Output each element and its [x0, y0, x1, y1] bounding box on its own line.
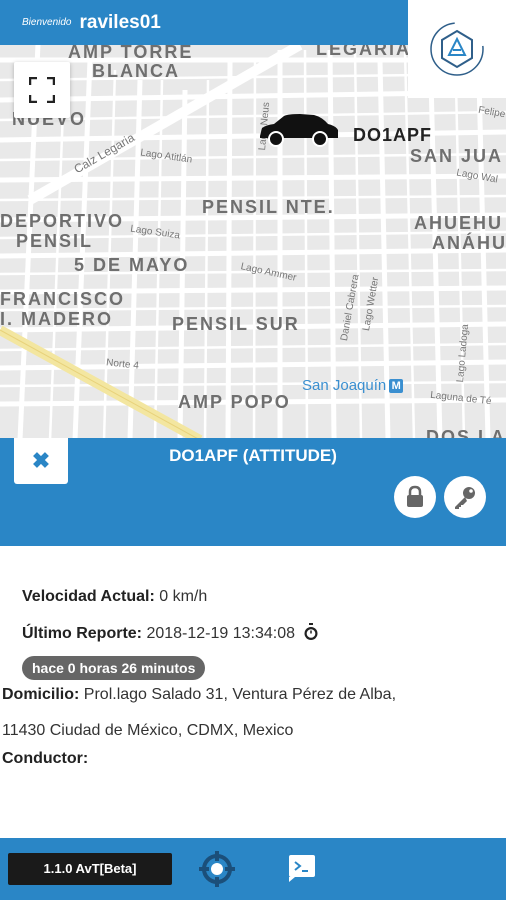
- metro-station-label: San Joaquín M: [302, 377, 404, 394]
- lock-icon: [407, 485, 423, 507]
- welcome-text: Bienvenido: [22, 17, 72, 28]
- key-button[interactable]: [444, 476, 486, 518]
- map-label-pensil-sur: PENSIL SUR: [172, 314, 300, 334]
- address-label: Domicilio:: [2, 686, 80, 703]
- crosshair-target-icon: [199, 851, 235, 887]
- vehicle-marker-label[interactable]: DO1APF: [353, 125, 432, 146]
- welcome-bar: Bienvenido raviles01: [0, 0, 408, 45]
- map-label-madero: I. MADERO: [0, 309, 114, 329]
- username: raviles01: [79, 11, 161, 33]
- lock-button[interactable]: [394, 476, 436, 518]
- app-logo-button[interactable]: [408, 0, 506, 98]
- vehicle-title: DO1APF (ATTITUDE): [169, 446, 337, 465]
- fullscreen-button[interactable]: [14, 62, 70, 118]
- terminal-button[interactable]: [284, 850, 320, 886]
- car-icon: [260, 114, 338, 147]
- address-line-2: 11430 Ciudad de México, CDMX, Mexico: [2, 722, 294, 739]
- fullscreen-icon: [29, 77, 55, 103]
- metro-icon: M: [389, 379, 404, 394]
- map-label-pensil: PENSIL: [16, 231, 94, 251]
- address-row: Domicilio: Prol.lago Salado 31, Ventura …: [2, 686, 396, 704]
- map-label-deportivo: DEPORTIVO: [0, 211, 125, 231]
- map-label-francisco: FRANCISCO: [0, 289, 125, 309]
- metro-station-name: San Joaquín: [302, 377, 387, 394]
- driver-label: Conductor:: [2, 750, 89, 767]
- report-value: 2018-12-19 13:34:08: [146, 625, 296, 642]
- map-label-san-juan: SAN JUA: [410, 146, 504, 166]
- app-logo-icon: [430, 22, 484, 76]
- terminal-icon: [289, 855, 315, 882]
- vehicle-panel-header: ✖ DO1APF (ATTITUDE): [0, 438, 506, 546]
- app-root: AMP TORRE BLANCA LEGARIA NUEVO SAN JUA P…: [0, 0, 506, 900]
- map-label-blanca: BLANCA: [92, 61, 180, 81]
- map-label-pensil-nte: PENSIL NTE.: [202, 197, 335, 217]
- map-label-5-de-mayo: 5 DE MAYO: [74, 255, 190, 275]
- report-label: Último Reporte:: [22, 625, 142, 642]
- bottom-bar: 1.1.0 AvT[Beta]: [0, 838, 506, 900]
- elapsed-time-badge: hace 0 horas 26 minutos: [22, 656, 206, 680]
- stopwatch-icon: [304, 623, 318, 640]
- map-label-anahuac: ANÁHU: [432, 233, 506, 253]
- address-line-1: Prol.lago Salado 31, Ventura Pérez de Al…: [83, 686, 397, 703]
- map-label-amp-popo: AMP POPO: [178, 392, 291, 412]
- report-row: Último Reporte: 2018-12-19 13:34:08: [22, 623, 319, 643]
- driver-row: Conductor:: [2, 750, 88, 768]
- key-icon: [455, 487, 475, 509]
- version-badge: 1.1.0 AvT[Beta]: [8, 853, 172, 885]
- speed-value: 0 km/h: [159, 588, 208, 605]
- speed-row: Velocidad Actual: 0 km/h: [22, 588, 207, 606]
- map-label-amp-torre: AMP TORRE: [68, 42, 194, 62]
- map-label-ahuehuetes: AHUEHU: [414, 213, 504, 233]
- speed-label: Velocidad Actual:: [22, 588, 155, 605]
- locate-vehicle-button[interactable]: [196, 848, 238, 890]
